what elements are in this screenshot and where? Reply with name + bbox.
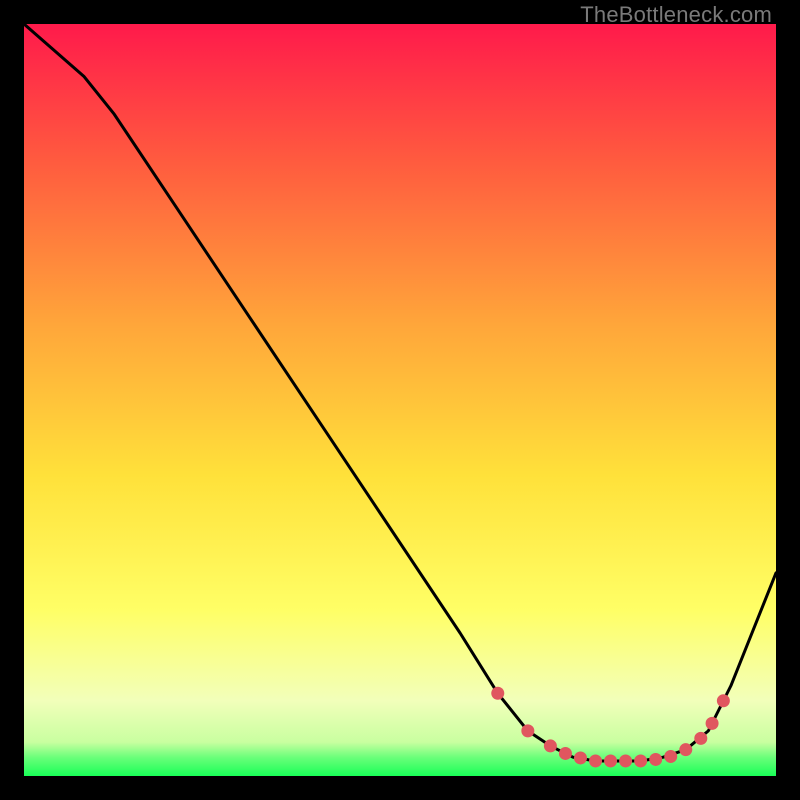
data-marker: [649, 753, 662, 766]
data-marker: [619, 754, 632, 767]
chart-svg: [24, 24, 776, 776]
data-marker: [706, 717, 719, 730]
gradient-background: [24, 24, 776, 776]
data-marker: [604, 754, 617, 767]
data-marker: [679, 743, 692, 756]
data-marker: [717, 694, 730, 707]
data-marker: [589, 754, 602, 767]
data-marker: [559, 747, 572, 760]
watermark-text: TheBottleneck.com: [580, 2, 772, 28]
data-marker: [634, 754, 647, 767]
data-marker: [694, 732, 707, 745]
data-marker: [491, 687, 504, 700]
chart-frame: [24, 24, 776, 776]
data-marker: [544, 739, 557, 752]
data-marker: [521, 724, 534, 737]
data-marker: [574, 751, 587, 764]
data-marker: [664, 750, 677, 763]
